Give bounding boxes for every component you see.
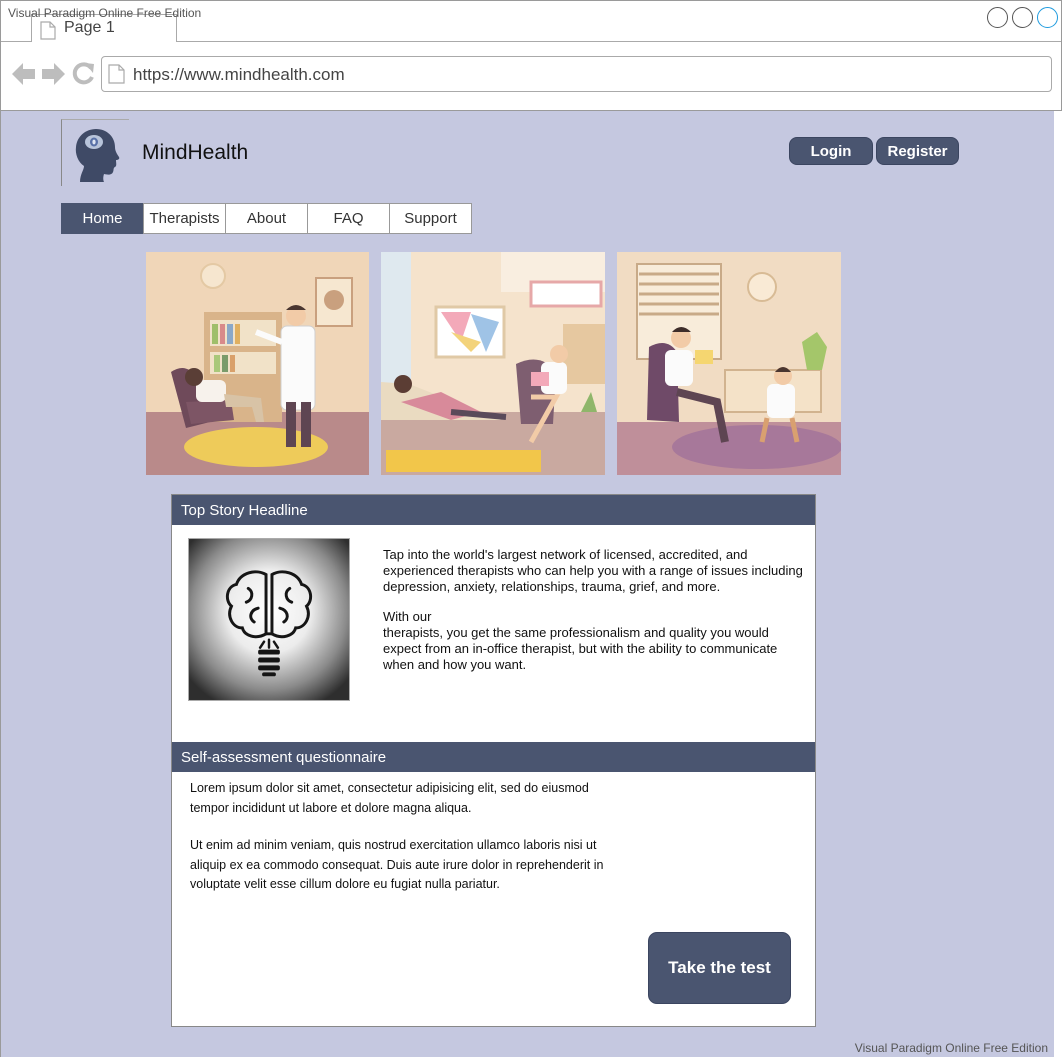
close-button[interactable] [1037,7,1058,28]
self-assessment-paragraph: Lorem ipsum dolor sit amet, consectetur … [190,781,589,815]
top-story-heading: Top Story Headline [181,501,308,519]
reload-icon[interactable] [71,61,96,87]
brain-lightbulb-image [188,538,350,701]
register-button[interactable]: Register [876,137,959,165]
brand-name: MindHealth [142,141,249,164]
minimize-button[interactable] [987,7,1008,28]
browser-window: Visual Paradigm Online Free Edition Page… [0,0,1062,111]
nav-item-support[interactable]: Support [389,203,472,234]
self-assessment-text: Lorem ipsum dolor sit amet, consectetur … [190,779,610,895]
top-story-paragraph: Tap into the world's largest network of … [383,547,803,594]
back-arrow-icon[interactable] [11,61,36,87]
take-the-test-button[interactable]: Take the test [648,932,791,1004]
watermark-top: Visual Paradigm Online Free Edition [8,6,202,20]
nav-item-about[interactable]: About [225,203,308,234]
top-story-paragraph: therapists, you get the same professiona… [383,625,778,672]
page-icon [108,64,125,84]
self-assessment-paragraph: Ut enim ad minim veniam, quis nostrud ex… [190,838,604,891]
content-card: Top Story Headline Tap into the world's … [171,494,816,1027]
therapy-scene-3 [617,252,841,475]
page-icon [40,21,56,40]
nav-item-home[interactable]: Home [61,203,144,234]
top-story-text: Tap into the world's largest network of … [383,547,808,673]
address-bar[interactable]: https://www.mindhealth.com [101,56,1052,92]
forward-arrow-icon[interactable] [41,61,66,87]
self-assessment-heading: Self-assessment questionnaire [181,748,387,766]
head-brain-icon [75,129,120,182]
maximize-button[interactable] [1012,7,1033,28]
url-text: https://www.mindhealth.com [133,65,345,84]
main-nav: Home Therapists About FAQ Support [61,203,472,234]
therapy-scene-1 [146,252,369,475]
nav-item-therapists[interactable]: Therapists [143,203,226,234]
top-story-paragraph: With our [383,609,432,624]
tab-label: Page 1 [64,19,115,36]
brand-logo [61,119,129,186]
top-story-header: Top Story Headline [172,495,815,525]
therapy-scene-2 [381,252,605,475]
page-canvas: MindHealth Login Register Home Therapist… [0,111,1054,1057]
hero-therapy-illustration [146,252,841,475]
login-button[interactable]: Login [789,137,873,165]
watermark-bottom: Visual Paradigm Online Free Edition [854,1041,1048,1055]
nav-item-faq[interactable]: FAQ [307,203,390,234]
self-assessment-header: Self-assessment questionnaire [172,742,815,772]
